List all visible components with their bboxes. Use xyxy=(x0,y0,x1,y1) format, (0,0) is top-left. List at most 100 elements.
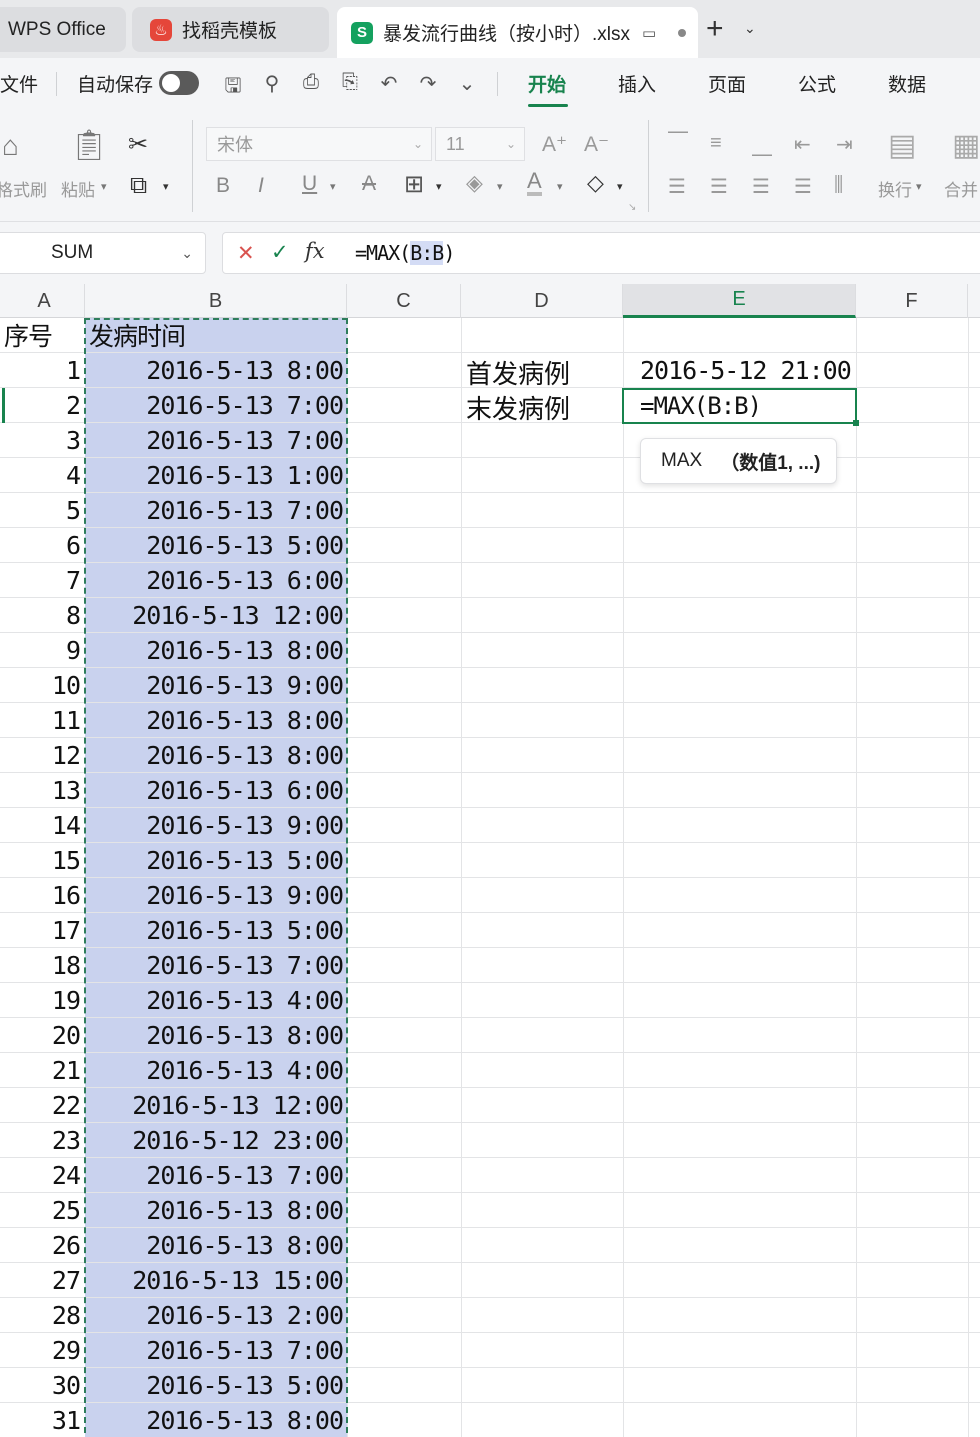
tab-home[interactable]: 开始 xyxy=(528,70,566,97)
function-tooltip[interactable]: MAX （数值1, ...) xyxy=(640,438,837,484)
formula-input[interactable]: ✕ ✓ fx =MAX(B:B) xyxy=(222,232,980,274)
menu-file[interactable]: 文件 xyxy=(0,70,38,97)
align-middle-icon[interactable]: ≡ xyxy=(710,132,722,155)
cell-index[interactable]: 23 xyxy=(4,1123,84,1157)
first-case-label[interactable]: 首发病例 xyxy=(466,354,570,391)
cell-index[interactable]: 16 xyxy=(4,878,84,912)
merge-cells-label[interactable]: 合并 xyxy=(944,176,978,201)
chevron-down-icon[interactable]: ⌄ xyxy=(454,71,480,96)
save-icon[interactable]: 🖫 xyxy=(220,71,246,105)
chevron-down-icon[interactable]: ▾ xyxy=(436,180,442,193)
cell-index[interactable]: 21 xyxy=(4,1053,84,1087)
cell-index[interactable]: 4 xyxy=(4,458,84,492)
cell-onset-time[interactable]: 2016-5-13 4:00 xyxy=(85,1053,347,1087)
print-icon[interactable]: ⎙ xyxy=(298,71,324,94)
cell-index[interactable]: 15 xyxy=(4,843,84,877)
justify-icon[interactable]: ☰ xyxy=(794,174,812,199)
confirm-icon[interactable]: ✓ xyxy=(271,240,289,265)
active-cell-editor[interactable]: =MAX(B:B) xyxy=(622,388,859,426)
cell-onset-time[interactable]: 2016-5-13 12:00 xyxy=(85,598,347,632)
cell-onset-time[interactable]: 2016-5-13 9:00 xyxy=(85,878,347,912)
cell-onset-time[interactable]: 2016-5-13 7:00 xyxy=(85,493,347,527)
cell-onset-time[interactable]: 2016-5-13 5:00 xyxy=(85,528,347,562)
font-dialog-launcher-icon[interactable]: ↘ xyxy=(628,202,636,213)
tab-formula[interactable]: 公式 xyxy=(798,70,836,97)
tab-page[interactable]: 页面 xyxy=(708,70,746,97)
share-icon[interactable]: ⚲ xyxy=(259,71,285,96)
cut-icon[interactable]: ✂ xyxy=(128,130,148,159)
cell-index[interactable]: 18 xyxy=(4,948,84,982)
cell-index[interactable]: 25 xyxy=(4,1193,84,1227)
column-header-f[interactable]: F xyxy=(856,284,968,318)
chevron-down-icon[interactable]: ▾ xyxy=(330,180,336,193)
cell-onset-time[interactable]: 2016-5-13 7:00 xyxy=(85,1158,347,1192)
cell-index[interactable]: 17 xyxy=(4,913,84,947)
formula-text[interactable]: =MAX(B:B) xyxy=(355,241,455,265)
cell-onset-time[interactable]: 2016-5-13 9:00 xyxy=(85,808,347,842)
cell-index[interactable]: 24 xyxy=(4,1158,84,1192)
cell-index[interactable]: 22 xyxy=(4,1088,84,1122)
cell-onset-time[interactable]: 2016-5-13 8:00 xyxy=(85,1193,347,1227)
chevron-down-icon[interactable]: ▾ xyxy=(617,180,623,193)
cell-onset-time[interactable]: 2016-5-13 8:00 xyxy=(85,1228,347,1262)
indent-icon[interactable]: ⇥ xyxy=(836,132,853,157)
bold-icon[interactable]: B xyxy=(216,174,230,198)
column-header-d[interactable]: D xyxy=(461,284,623,318)
undo-icon[interactable]: ↶ xyxy=(376,71,402,96)
cell-onset-time[interactable]: 2016-5-13 8:00 xyxy=(85,1403,347,1437)
copy-icon[interactable]: ⧉ xyxy=(130,172,147,200)
cell-onset-time[interactable]: 2016-5-13 8:00 xyxy=(85,633,347,667)
cell-index[interactable]: 19 xyxy=(4,983,84,1017)
tab-template[interactable]: ♨ 找稻壳模板 xyxy=(132,7,329,52)
cell-index[interactable]: 20 xyxy=(4,1018,84,1052)
cell-index[interactable]: 29 xyxy=(4,1333,84,1367)
align-bottom-icon[interactable]: ⎽ xyxy=(752,134,772,157)
column-header-c[interactable]: C xyxy=(347,284,461,318)
increase-font-icon[interactable]: A⁺ xyxy=(542,132,567,157)
cell-onset-time[interactable]: 2016-5-13 5:00 xyxy=(85,913,347,947)
cell-index[interactable]: 7 xyxy=(4,563,84,597)
align-center-icon[interactable]: ☰ xyxy=(710,174,728,199)
column-header-b[interactable]: B xyxy=(85,284,347,318)
active-cell-formula[interactable]: =MAX(B:B) xyxy=(640,392,762,420)
spreadsheet-grid[interactable]: A B C D E F 序号 发病时间 1 2016-5-13 8:00 2 2016-5… xyxy=(0,284,980,1437)
eraser-icon[interactable]: ◇ xyxy=(587,170,604,196)
autosave-toggle[interactable] xyxy=(159,71,199,95)
outdent-icon[interactable]: ⇤ xyxy=(794,132,811,157)
cell-onset-time[interactable]: 2016-5-13 8:00 xyxy=(85,738,347,772)
strikethrough-icon[interactable]: A xyxy=(362,172,376,196)
cell-index[interactable]: 6 xyxy=(4,528,84,562)
cell-onset-time[interactable]: 2016-5-13 4:00 xyxy=(85,983,347,1017)
cell-onset-time[interactable]: 2016-5-13 5:00 xyxy=(85,1368,347,1402)
cell-index[interactable]: 27 xyxy=(4,1263,84,1297)
wrap-text-label[interactable]: 换行 xyxy=(878,176,912,201)
tab-insert[interactable]: 插入 xyxy=(618,70,656,97)
paste-icon[interactable]: 📋︎ xyxy=(70,128,108,163)
first-case-value[interactable]: 2016-5-12 21:00 xyxy=(640,356,852,385)
cell-index[interactable]: 5 xyxy=(4,493,84,527)
redo-icon[interactable]: ↷ xyxy=(415,71,441,96)
cell-onset-time[interactable]: 2016-5-12 23:00 xyxy=(85,1123,347,1157)
cell-header-b[interactable]: 发病时间 xyxy=(85,318,347,352)
border-icon[interactable]: ⊞ xyxy=(404,170,424,199)
tab-wps-office[interactable]: WPS Office xyxy=(0,7,126,52)
distributed-icon[interactable]: ⫼ xyxy=(834,174,843,197)
print-preview-icon[interactable]: ⎘ xyxy=(337,71,363,94)
cell-index[interactable]: 12 xyxy=(4,738,84,772)
column-header-a[interactable]: A xyxy=(4,284,85,318)
align-right-icon[interactable]: ☰ xyxy=(752,174,770,199)
underline-icon[interactable]: U xyxy=(302,172,317,196)
cell-onset-time[interactable]: 2016-5-13 8:00 xyxy=(85,1018,347,1052)
cell-index[interactable]: 8 xyxy=(4,598,84,632)
wrap-text-icon[interactable]: ▤ xyxy=(888,128,916,163)
merge-cells-icon[interactable]: ▦ xyxy=(952,128,980,163)
cell-index[interactable]: 31 xyxy=(4,1403,84,1437)
cell-index[interactable]: 14 xyxy=(4,808,84,842)
chevron-down-icon[interactable]: ⌄ xyxy=(744,20,756,37)
cell-onset-time[interactable]: 2016-5-13 12:00 xyxy=(85,1088,347,1122)
chevron-down-icon[interactable]: ▾ xyxy=(163,180,169,193)
cancel-icon[interactable]: ✕ xyxy=(237,241,255,266)
last-case-label[interactable]: 末发病例 xyxy=(466,389,570,426)
cell-onset-time[interactable]: 2016-5-13 7:00 xyxy=(85,1333,347,1367)
align-top-icon[interactable]: ⎺ xyxy=(668,130,688,153)
